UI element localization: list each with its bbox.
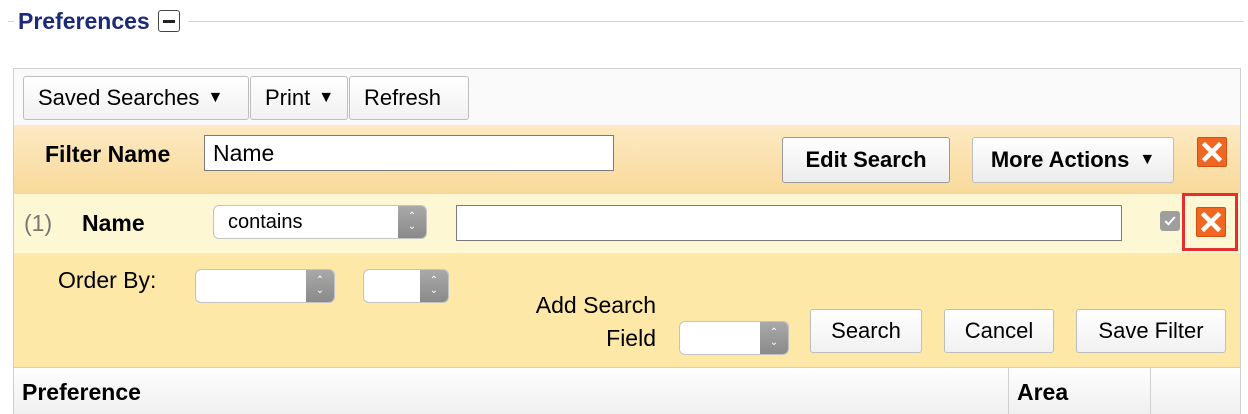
order-row: Order By: ⌃ ⌄ ⌃ ⌄ Add Search Field ⌃ ⌄ Sear… <box>14 253 1240 367</box>
criteria-index: (1) <box>24 210 53 236</box>
more-actions-label: More Actions <box>990 147 1130 172</box>
section-title: Preferences <box>18 7 150 34</box>
close-filter-button[interactable] <box>1197 137 1227 167</box>
order-direction-select[interactable]: ⌃ ⌄ <box>363 269 449 303</box>
save-filter-button[interactable]: Save Filter <box>1076 309 1226 353</box>
refresh-button[interactable]: Refresh <box>349 76 469 120</box>
close-icon <box>1200 211 1222 233</box>
operator-select[interactable]: contains ⌃ ⌄ <box>213 205 427 239</box>
column-header-preference[interactable]: Preference <box>14 368 1008 414</box>
fieldset-border <box>8 21 1244 22</box>
collapse-button[interactable] <box>157 10 180 32</box>
edit-search-button[interactable]: Edit Search <box>782 137 950 183</box>
toolbar: Saved Searches ▼ Print ▼ Refresh <box>14 69 1240 125</box>
print-button[interactable]: Print ▼ <box>250 76 348 120</box>
operator-value: contains <box>228 210 303 233</box>
remove-criteria-button[interactable] <box>1196 207 1226 237</box>
criteria-checkbox[interactable] <box>1160 211 1180 231</box>
criteria-value-input[interactable] <box>456 205 1122 241</box>
order-by-field-select[interactable]: ⌃ ⌄ <box>195 269 335 303</box>
filter-name-label: Filter Name <box>45 141 171 167</box>
select-arrows-icon: ⌃ ⌄ <box>306 270 334 302</box>
add-search-field-line2: Field <box>606 325 656 351</box>
cancel-button[interactable]: Cancel <box>944 309 1054 353</box>
criteria-field-name: Name <box>82 210 145 236</box>
print-label: Print <box>265 85 311 110</box>
filter-name-row: Filter Name Name Edit Search More Action… <box>14 125 1240 194</box>
saved-searches-label: Saved Searches <box>38 85 200 110</box>
add-search-field-select[interactable]: ⌃ ⌄ <box>679 321 789 355</box>
check-icon <box>1164 216 1176 226</box>
more-actions-button[interactable]: More Actions ▼ <box>972 137 1174 183</box>
preferences-panel: Saved Searches ▼ Print ▼ Refresh Filter … <box>13 68 1241 414</box>
section-legend: Preferences <box>14 4 188 38</box>
order-by-label: Order By: <box>58 267 157 293</box>
results-table-header: Preference Area <box>14 367 1240 414</box>
minus-icon <box>162 19 175 23</box>
refresh-label: Refresh <box>364 85 442 110</box>
add-search-field-line1: Add Search <box>535 292 656 318</box>
criteria-row: (1) Name contains ⌃ ⌄ <box>14 193 1240 253</box>
saved-searches-button[interactable]: Saved Searches ▼ <box>23 76 249 120</box>
column-header-extra[interactable] <box>1151 368 1240 414</box>
select-arrows-icon: ⌃ ⌄ <box>760 322 788 354</box>
select-arrows-icon: ⌃ ⌄ <box>420 270 448 302</box>
search-button[interactable]: Search <box>810 309 922 353</box>
caret-down-icon: ▼ <box>318 89 335 106</box>
close-icon <box>1201 141 1223 163</box>
select-arrows-icon: ⌃ ⌄ <box>398 206 426 238</box>
column-header-area[interactable]: Area <box>1009 368 1149 414</box>
filter-name-input[interactable]: Name <box>204 135 614 171</box>
caret-down-icon: ▼ <box>207 89 224 106</box>
add-search-field-label: Add Search Field <box>476 289 656 355</box>
caret-down-icon: ▼ <box>1139 151 1156 168</box>
